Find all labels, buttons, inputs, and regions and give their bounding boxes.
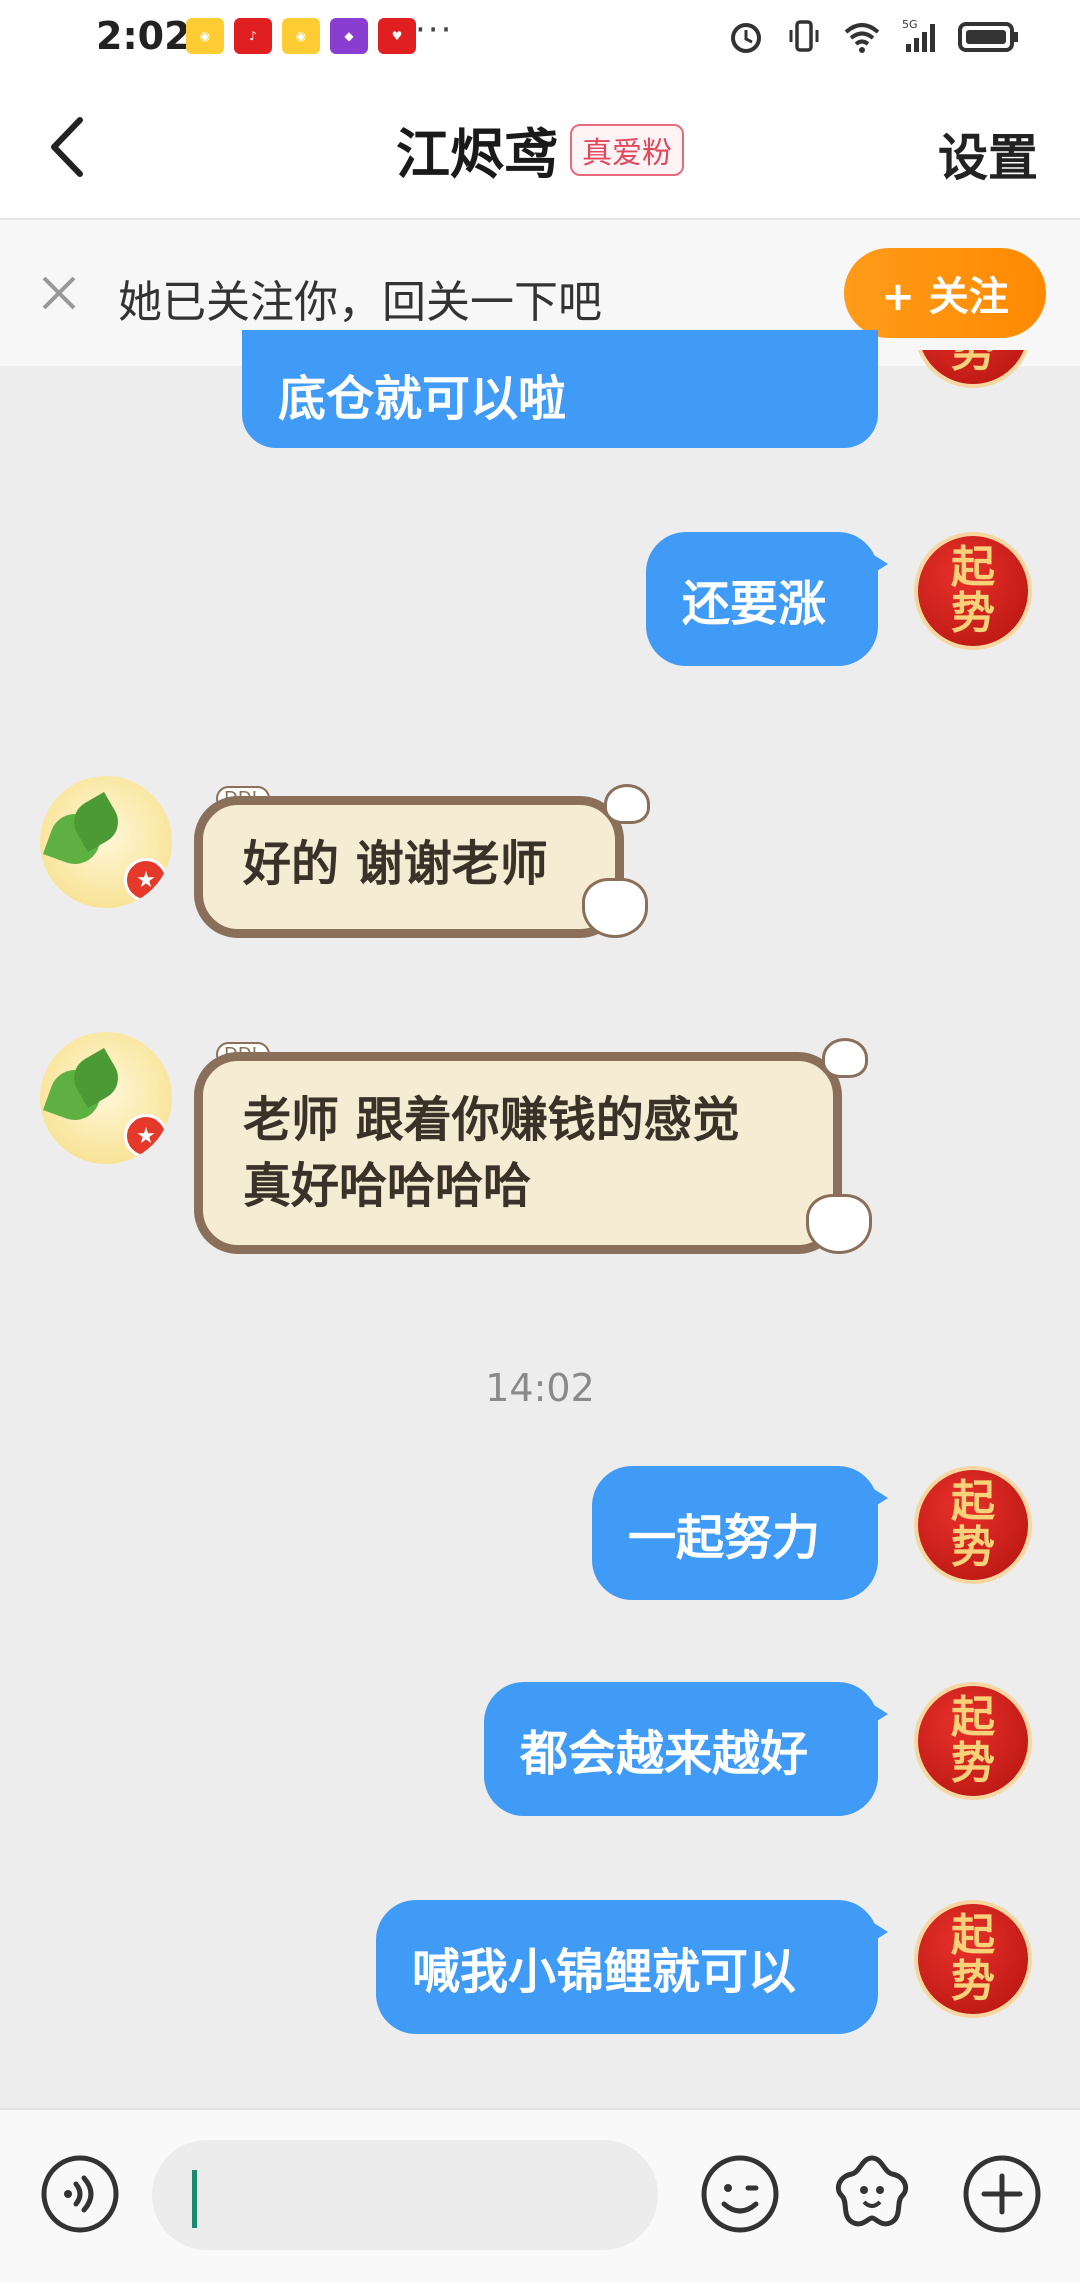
message-bubble-outgoing[interactable]: 都会越来越好 — [484, 1682, 888, 1816]
chat-title[interactable]: 江烬鸢 — [396, 123, 558, 186]
signal-icon: 5G — [902, 18, 935, 52]
status-time: 2:02 — [96, 14, 191, 58]
message-text-line: 老师 跟着你赚钱的感觉 — [243, 1092, 740, 1148]
status-bar: 2:02 ◉ ♪ ◉ ◆ ♥ ··· 5G — [0, 0, 1080, 76]
alarm-icon — [731, 23, 761, 53]
voice-input-icon[interactable] — [40, 2154, 120, 2234]
message-bubble-incoming[interactable]: 老师 跟着你赚钱的感觉 真好哈哈哈哈 — [194, 1052, 842, 1254]
battery-icon — [958, 22, 1018, 52]
fan-badge: 真爱粉 — [570, 123, 684, 176]
message-text: 一起努力 — [628, 1510, 821, 1566]
svg-text:5G: 5G — [902, 18, 918, 31]
follow-button[interactable]: + 关注 — [844, 248, 1046, 338]
title-wrap: 江烬鸢 真爱粉 — [0, 110, 1080, 189]
message-text: 都会越来越好 — [520, 1726, 809, 1782]
news-app-icon: ♪ — [234, 18, 272, 54]
close-icon[interactable] — [36, 270, 82, 316]
cat-sticker-icon — [806, 1194, 872, 1254]
message-bubble-outgoing[interactable]: 还要涨 — [646, 532, 888, 666]
wifi-icon — [844, 23, 880, 53]
message-input[interactable] — [152, 2140, 658, 2250]
message-text: 还要涨 — [682, 576, 827, 632]
contact-avatar[interactable]: ★ — [40, 1032, 172, 1164]
follow-prompt: 她已关注你，回关一下吧 — [118, 277, 602, 328]
message-text: 喊我小锦鲤就可以 — [412, 1944, 797, 2000]
message-bubble-outgoing[interactable]: 底仓就可以啦 — [242, 330, 878, 448]
message-bubble-incoming[interactable]: 好的 谢谢老师 — [194, 796, 624, 938]
more-plus-icon[interactable] — [962, 2154, 1042, 2234]
my-avatar[interactable]: 起势 — [914, 1466, 1032, 1584]
verified-badge-icon: ★ — [124, 858, 168, 902]
input-bar — [0, 2108, 1080, 2282]
contact-avatar[interactable]: ★ — [40, 776, 172, 908]
weibo-icon: ◉ — [282, 18, 320, 54]
app-icon: ◆ — [330, 18, 368, 54]
message-text: 底仓就可以啦 — [278, 371, 567, 427]
ghost-sticker-icon — [604, 784, 650, 824]
my-avatar[interactable]: 起势 — [914, 532, 1032, 650]
message-text-line: 真好哈哈哈哈 — [243, 1158, 532, 1214]
verified-badge-icon: ★ — [124, 1114, 168, 1158]
sticker-icon[interactable] — [830, 2150, 914, 2234]
weibo-icon: ◉ — [186, 18, 224, 54]
emoji-icon[interactable] — [700, 2154, 780, 2234]
message-text: 好的 谢谢老师 — [243, 836, 548, 892]
text-cursor — [192, 2170, 197, 2228]
message-timestamp: 14:02 — [485, 1366, 595, 1410]
settings-button[interactable]: 设置 — [938, 118, 1038, 190]
message-bubble-outgoing[interactable]: 喊我小锦鲤就可以 — [376, 1900, 888, 2034]
my-avatar[interactable]: 起势 — [914, 1900, 1032, 2018]
cat-sticker-icon — [582, 878, 648, 938]
message-bubble-outgoing[interactable]: 一起努力 — [592, 1466, 888, 1600]
my-avatar[interactable]: 起势 — [914, 1682, 1032, 1800]
notification-icons: ◉ ♪ ◉ ◆ ♥ — [186, 18, 416, 54]
more-notifications-icon: ··· — [415, 10, 454, 50]
chat-header: 江烬鸢 真爱粉 设置 — [0, 76, 1080, 220]
vibrate-icon — [789, 20, 819, 52]
heart-app-icon: ♥ — [378, 18, 416, 54]
system-icons: 5G — [726, 16, 1020, 56]
ghost-sticker-icon — [822, 1038, 868, 1078]
